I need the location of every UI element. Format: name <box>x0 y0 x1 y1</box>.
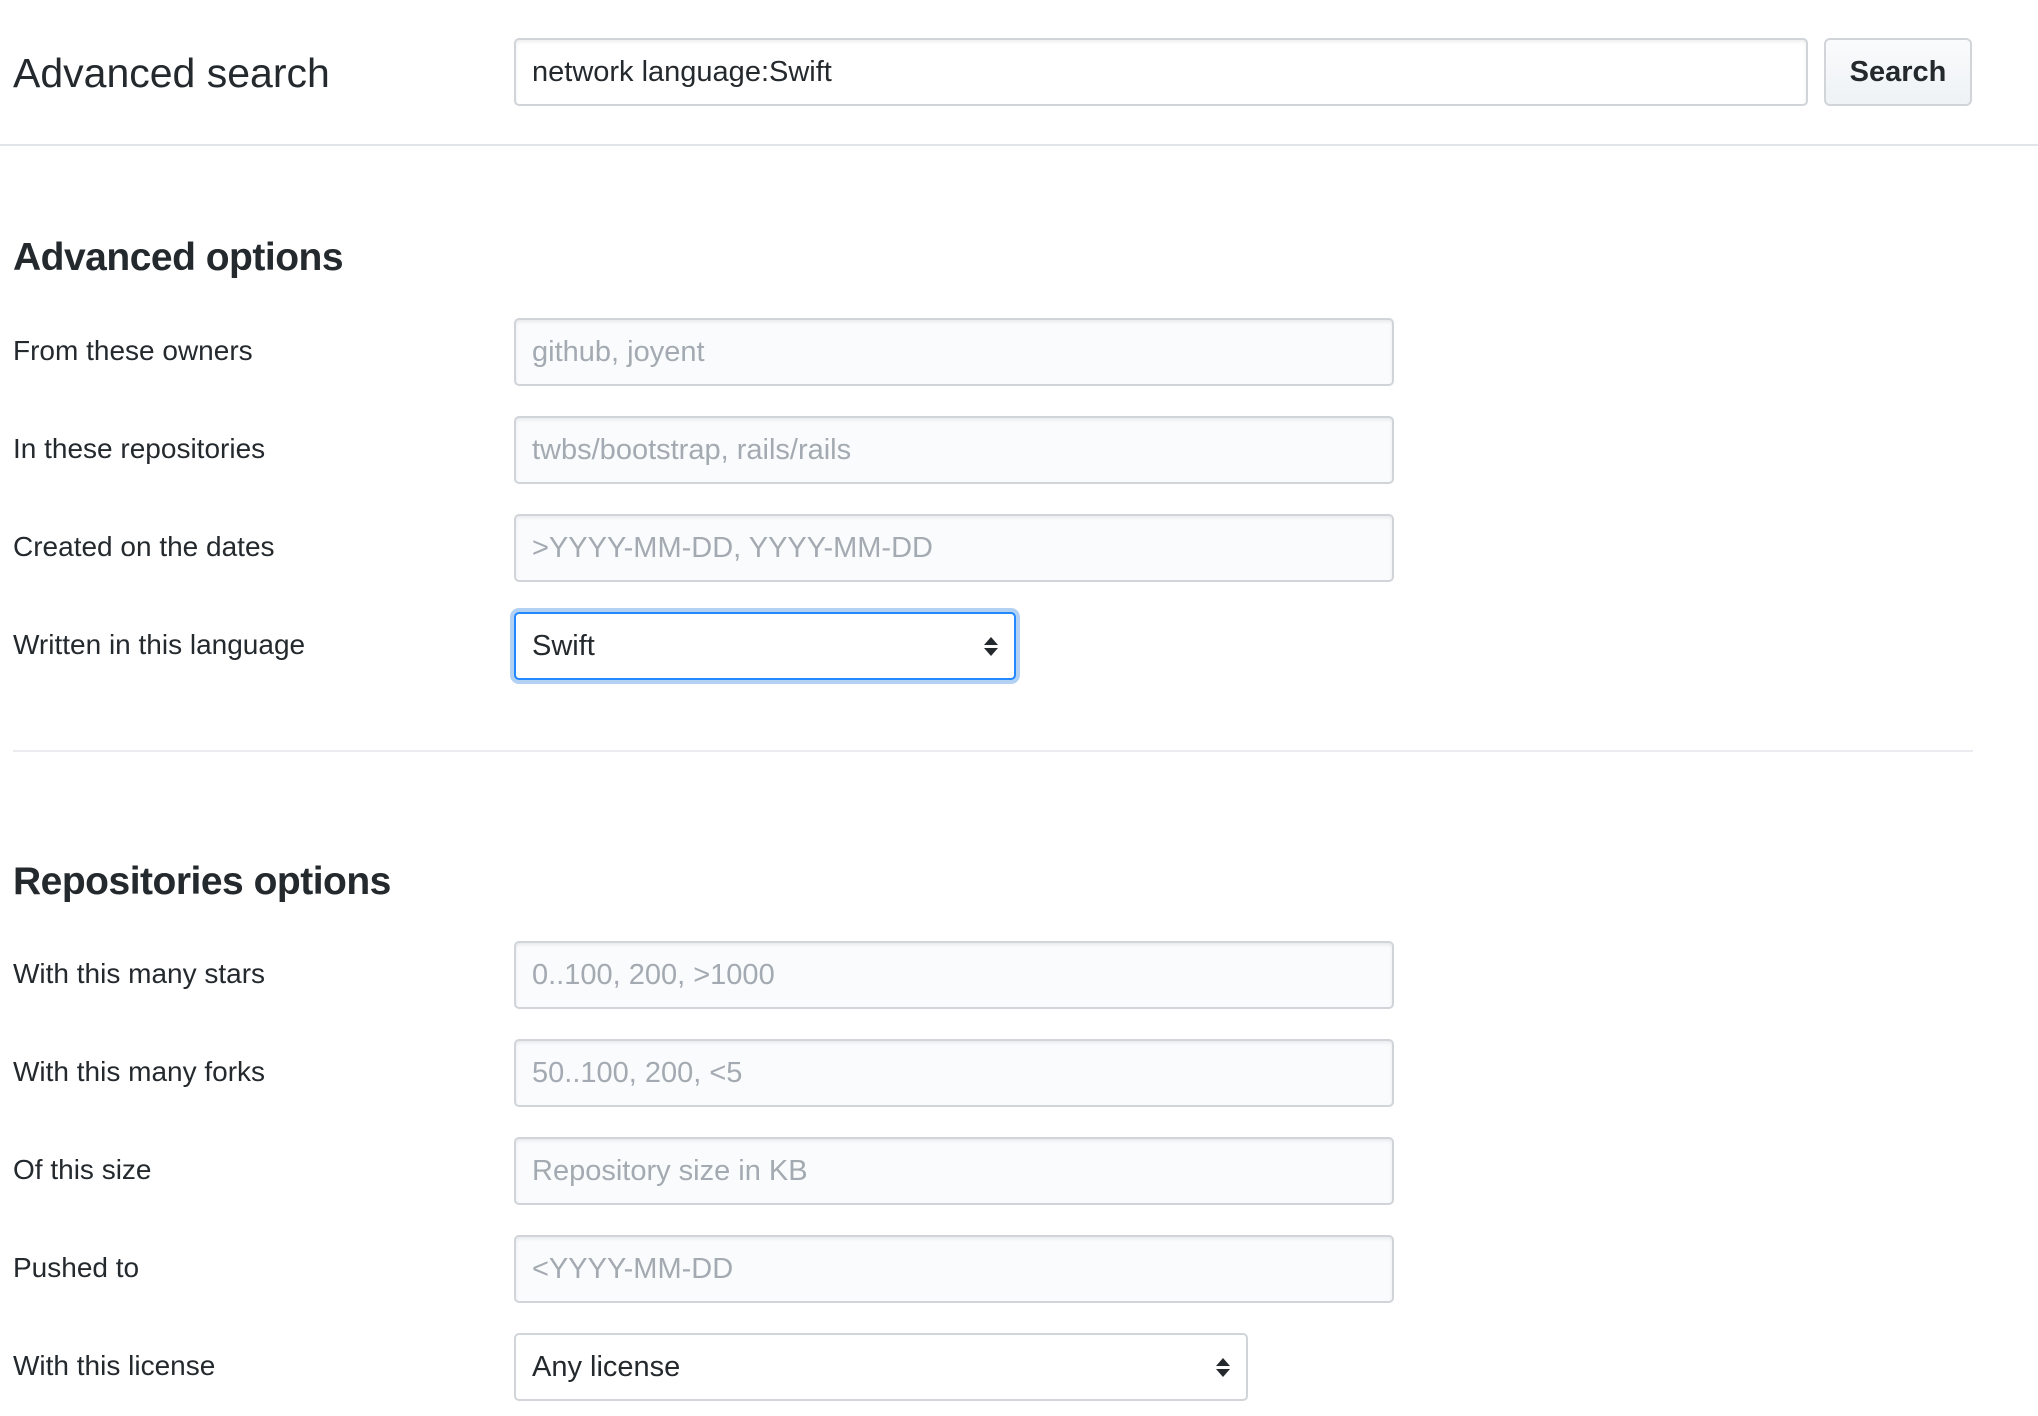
pushed-label: Pushed to <box>13 1252 140 1283</box>
stars-field[interactable] <box>514 941 1394 1009</box>
repositories-label: In these repositories <box>13 433 266 464</box>
created-dates-label: Created on the dates <box>13 531 275 562</box>
forks-field[interactable] <box>514 1039 1394 1107</box>
license-label: With this license <box>13 1350 216 1381</box>
chevron-up-down-icon <box>1216 1357 1230 1377</box>
license-select-value: Any license <box>532 1350 681 1383</box>
stars-label: With this many stars <box>13 958 266 989</box>
advanced-search-page: Advanced search Search Advanced options … <box>0 0 2038 1416</box>
owners-field[interactable] <box>514 318 1394 386</box>
size-field[interactable] <box>514 1137 1394 1205</box>
search-header: Advanced search Search <box>0 0 2038 146</box>
owners-label: From these owners <box>13 335 253 366</box>
advanced-options-heading: Advanced options <box>13 236 344 279</box>
repositories-field[interactable] <box>514 416 1394 484</box>
language-select[interactable]: Swift <box>514 612 1016 680</box>
search-input[interactable] <box>514 38 1808 106</box>
language-label: Written in this language <box>13 629 306 660</box>
pushed-field[interactable] <box>514 1235 1394 1303</box>
created-dates-field[interactable] <box>514 514 1394 582</box>
page-title: Advanced search <box>13 50 330 96</box>
size-label: Of this size <box>13 1154 152 1185</box>
forks-label: With this many forks <box>13 1056 266 1087</box>
search-button[interactable]: Search <box>1824 38 1972 106</box>
section-divider <box>13 750 1973 752</box>
license-select[interactable]: Any license <box>514 1333 1248 1401</box>
chevron-up-down-icon <box>984 636 998 656</box>
repositories-options-heading: Repositories options <box>13 860 391 903</box>
language-select-value: Swift <box>532 629 595 662</box>
